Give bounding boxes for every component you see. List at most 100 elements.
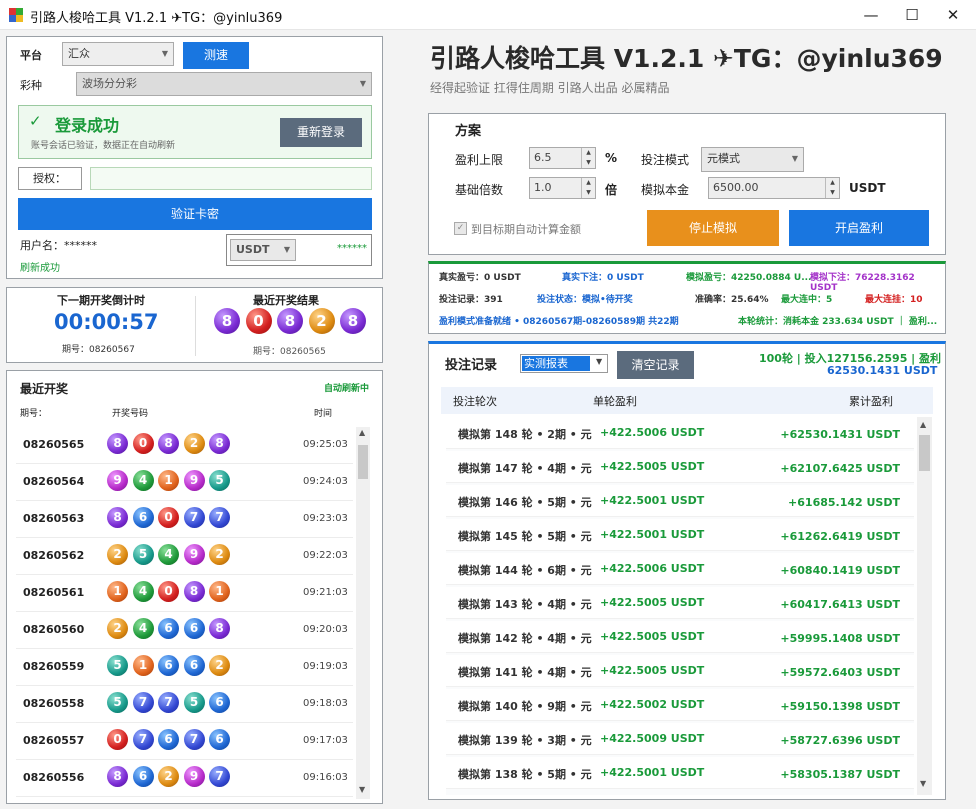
chevron-down-icon: ▼ xyxy=(161,49,168,58)
lottery-select[interactable]: 波场分分彩 ▼ xyxy=(76,72,372,96)
history-scrollbar[interactable]: ▲ ▼ xyxy=(356,427,370,799)
relogin-button[interactable]: 重新登录 xyxy=(280,118,362,147)
history-row: 08260559 5 1 6 6 2 09:19:03 xyxy=(16,649,353,686)
lottery-ball: 6 xyxy=(132,766,154,787)
scroll-down-icon[interactable]: ▼ xyxy=(359,785,365,794)
record-row: 模拟第 147 轮 • 4期 • 元 +422.5005 USDT +62107.6… xyxy=(446,451,914,483)
record-total: +62530.1431 USDT xyxy=(780,428,900,441)
scroll-down-icon[interactable]: ▼ xyxy=(920,779,926,788)
scroll-thumb[interactable] xyxy=(919,435,930,471)
history-period: 08260560 xyxy=(23,623,85,636)
profit-cap-value: 6.5 xyxy=(534,151,552,164)
record-round: 模拟第 139 轮 • 3期 • 元 xyxy=(458,734,592,747)
lottery-ball: 6 xyxy=(158,655,179,676)
chevron-down-icon: ▼ xyxy=(596,357,603,366)
lottery-ball: 2 xyxy=(107,618,128,639)
start-profit-button[interactable]: 开启盈利 xyxy=(789,210,929,246)
history-time: 09:23:03 xyxy=(303,513,348,524)
currency-select[interactable]: USDT ▼ xyxy=(230,239,296,261)
profit-cap-input[interactable]: 6.5 ▲ ▼ xyxy=(529,147,596,169)
login-status-sub: 账号会话已验证，数据正在自动刷新 xyxy=(31,141,176,151)
col-round-header: 投注轮次 xyxy=(453,395,497,408)
scroll-up-icon[interactable]: ▲ xyxy=(359,428,365,437)
record-round: 模拟第 146 轮 • 5期 • 元 xyxy=(458,496,592,509)
base-mult-input[interactable]: 1.0 ▲ ▼ xyxy=(529,177,596,199)
auto-calc-checkbox[interactable]: ✓ xyxy=(454,222,467,235)
countdown-time: 00:00:57 xyxy=(54,310,159,334)
spinner-icon[interactable]: ▲ ▼ xyxy=(581,148,595,168)
history-row: 08260560 2 4 6 6 8 09:20:03 xyxy=(16,612,353,649)
record-profit: +422.5005 USDT xyxy=(600,664,705,677)
record-round: 模拟第 145 轮 • 5期 • 元 xyxy=(458,530,592,543)
mult-unit: 倍 xyxy=(605,183,618,197)
record-profit: +422.5001 USDT xyxy=(600,766,705,779)
lottery-label: 彩种 xyxy=(20,79,42,92)
col-total-header: 累计盈利 xyxy=(849,395,893,408)
record-row: 模拟第 139 轮 • 3期 • 元 +422.5009 USDT +58727.6… xyxy=(446,723,914,755)
spinner-icon[interactable]: ▲ ▼ xyxy=(825,178,839,198)
auth-label: 授权： xyxy=(18,167,82,190)
last-result-balls: 80828 xyxy=(202,308,372,336)
bet-status: 投注状态：模拟•待开奖 xyxy=(537,295,633,305)
lottery-ball: 7 xyxy=(183,729,205,750)
sim-capital-input[interactable]: 6500.00 ▲ ▼ xyxy=(708,177,840,199)
chevron-down-icon: ▼ xyxy=(791,154,798,163)
stop-sim-button[interactable]: 停止模拟 xyxy=(647,210,779,246)
verify-card-button[interactable]: 验证卡密 xyxy=(18,198,372,230)
maximize-button[interactable]: ☐ xyxy=(897,4,927,26)
history-row: 08260556 8 6 2 9 7 09:16:03 xyxy=(16,760,353,797)
lottery-ball: 2 xyxy=(209,544,230,565)
history-row: 08260562 2 5 4 9 2 09:22:03 xyxy=(16,538,353,575)
close-button[interactable]: ✕ xyxy=(938,4,968,26)
auth-input[interactable] xyxy=(90,167,372,190)
minimize-button[interactable]: — xyxy=(856,4,886,26)
max-loss: 最大连挂：10 xyxy=(865,295,923,305)
title-bar: 引路人梭哈工具 V1.2.1 ✈TG：@yinlu369 — ☐ ✕ xyxy=(0,0,976,30)
platform-label: 平台 xyxy=(20,49,42,62)
speed-test-button[interactable]: 测速 xyxy=(183,42,249,69)
history-row: 08260564 9 4 1 9 5 09:24:03 xyxy=(16,464,353,501)
lottery-ball: 7 xyxy=(132,692,154,713)
divider xyxy=(195,296,196,356)
chevron-down-icon: ▼ xyxy=(359,79,366,88)
scroll-thumb[interactable] xyxy=(358,445,368,479)
clear-records-button[interactable]: 清空记录 xyxy=(617,351,694,379)
col-numbers-header: 开奖号码 xyxy=(112,409,149,419)
history-row: 08260557 0 7 6 7 6 09:17:03 xyxy=(16,723,353,760)
record-profit: +422.5005 USDT xyxy=(600,630,705,643)
max-win: 最大连中：5 xyxy=(781,295,833,305)
lottery-ball: 5 xyxy=(107,692,128,713)
record-profit: +422.5005 USDT xyxy=(600,596,705,609)
records-scrollbar[interactable]: ▲ ▼ xyxy=(917,417,932,795)
platform-select[interactable]: 汇众 ▼ xyxy=(62,42,174,66)
history-row: 08260563 8 6 0 7 7 09:23:03 xyxy=(16,501,353,538)
bet-mode-select[interactable]: 元模式 ▼ xyxy=(701,147,804,172)
history-time: 09:20:03 xyxy=(303,624,348,635)
record-round: 模拟第 143 轮 • 4期 • 元 xyxy=(458,598,592,611)
refresh-status: 刷新成功 xyxy=(20,263,60,274)
report-select[interactable]: 实测报表 ▼ xyxy=(520,354,608,373)
lottery-ball: 6 xyxy=(209,692,230,713)
history-time: 09:25:03 xyxy=(303,439,348,450)
lottery-ball: 8 xyxy=(107,433,128,454)
lottery-ball: 9 xyxy=(183,766,205,787)
lottery-ball: 0 xyxy=(107,729,128,750)
scroll-up-icon[interactable]: ▲ xyxy=(920,420,926,429)
lottery-ball: 9 xyxy=(183,470,205,491)
history-time: 09:22:03 xyxy=(303,550,348,561)
record-total: +59150.1398 USDT xyxy=(780,700,900,713)
record-round: 模拟第 140 轮 • 9期 • 元 xyxy=(458,700,592,713)
lottery-ball: 5 xyxy=(107,655,128,676)
history-time: 09:24:03 xyxy=(303,476,348,487)
history-period: 08260561 xyxy=(23,586,85,599)
spinner-icon[interactable]: ▲ ▼ xyxy=(581,178,595,198)
history-list: 08260565 8 0 8 2 8 09:25:03 08260564 9 4 1 9 5 09:24:… xyxy=(16,427,353,799)
main-title: 引路人梭哈工具 V1.2.1 ✈TG：@yinlu369 xyxy=(430,44,943,73)
lottery-ball: 6 xyxy=(183,655,205,676)
lottery-ball: 9 xyxy=(107,470,128,491)
base-mult-value: 1.0 xyxy=(534,181,552,194)
history-period: 08260556 xyxy=(23,771,85,784)
check-icon: ✓ xyxy=(29,112,42,130)
lottery-ball: 4 xyxy=(158,544,179,565)
record-row: 模拟第 148 轮 • 2期 • 元 +422.5006 USDT +62530.1… xyxy=(446,417,914,449)
